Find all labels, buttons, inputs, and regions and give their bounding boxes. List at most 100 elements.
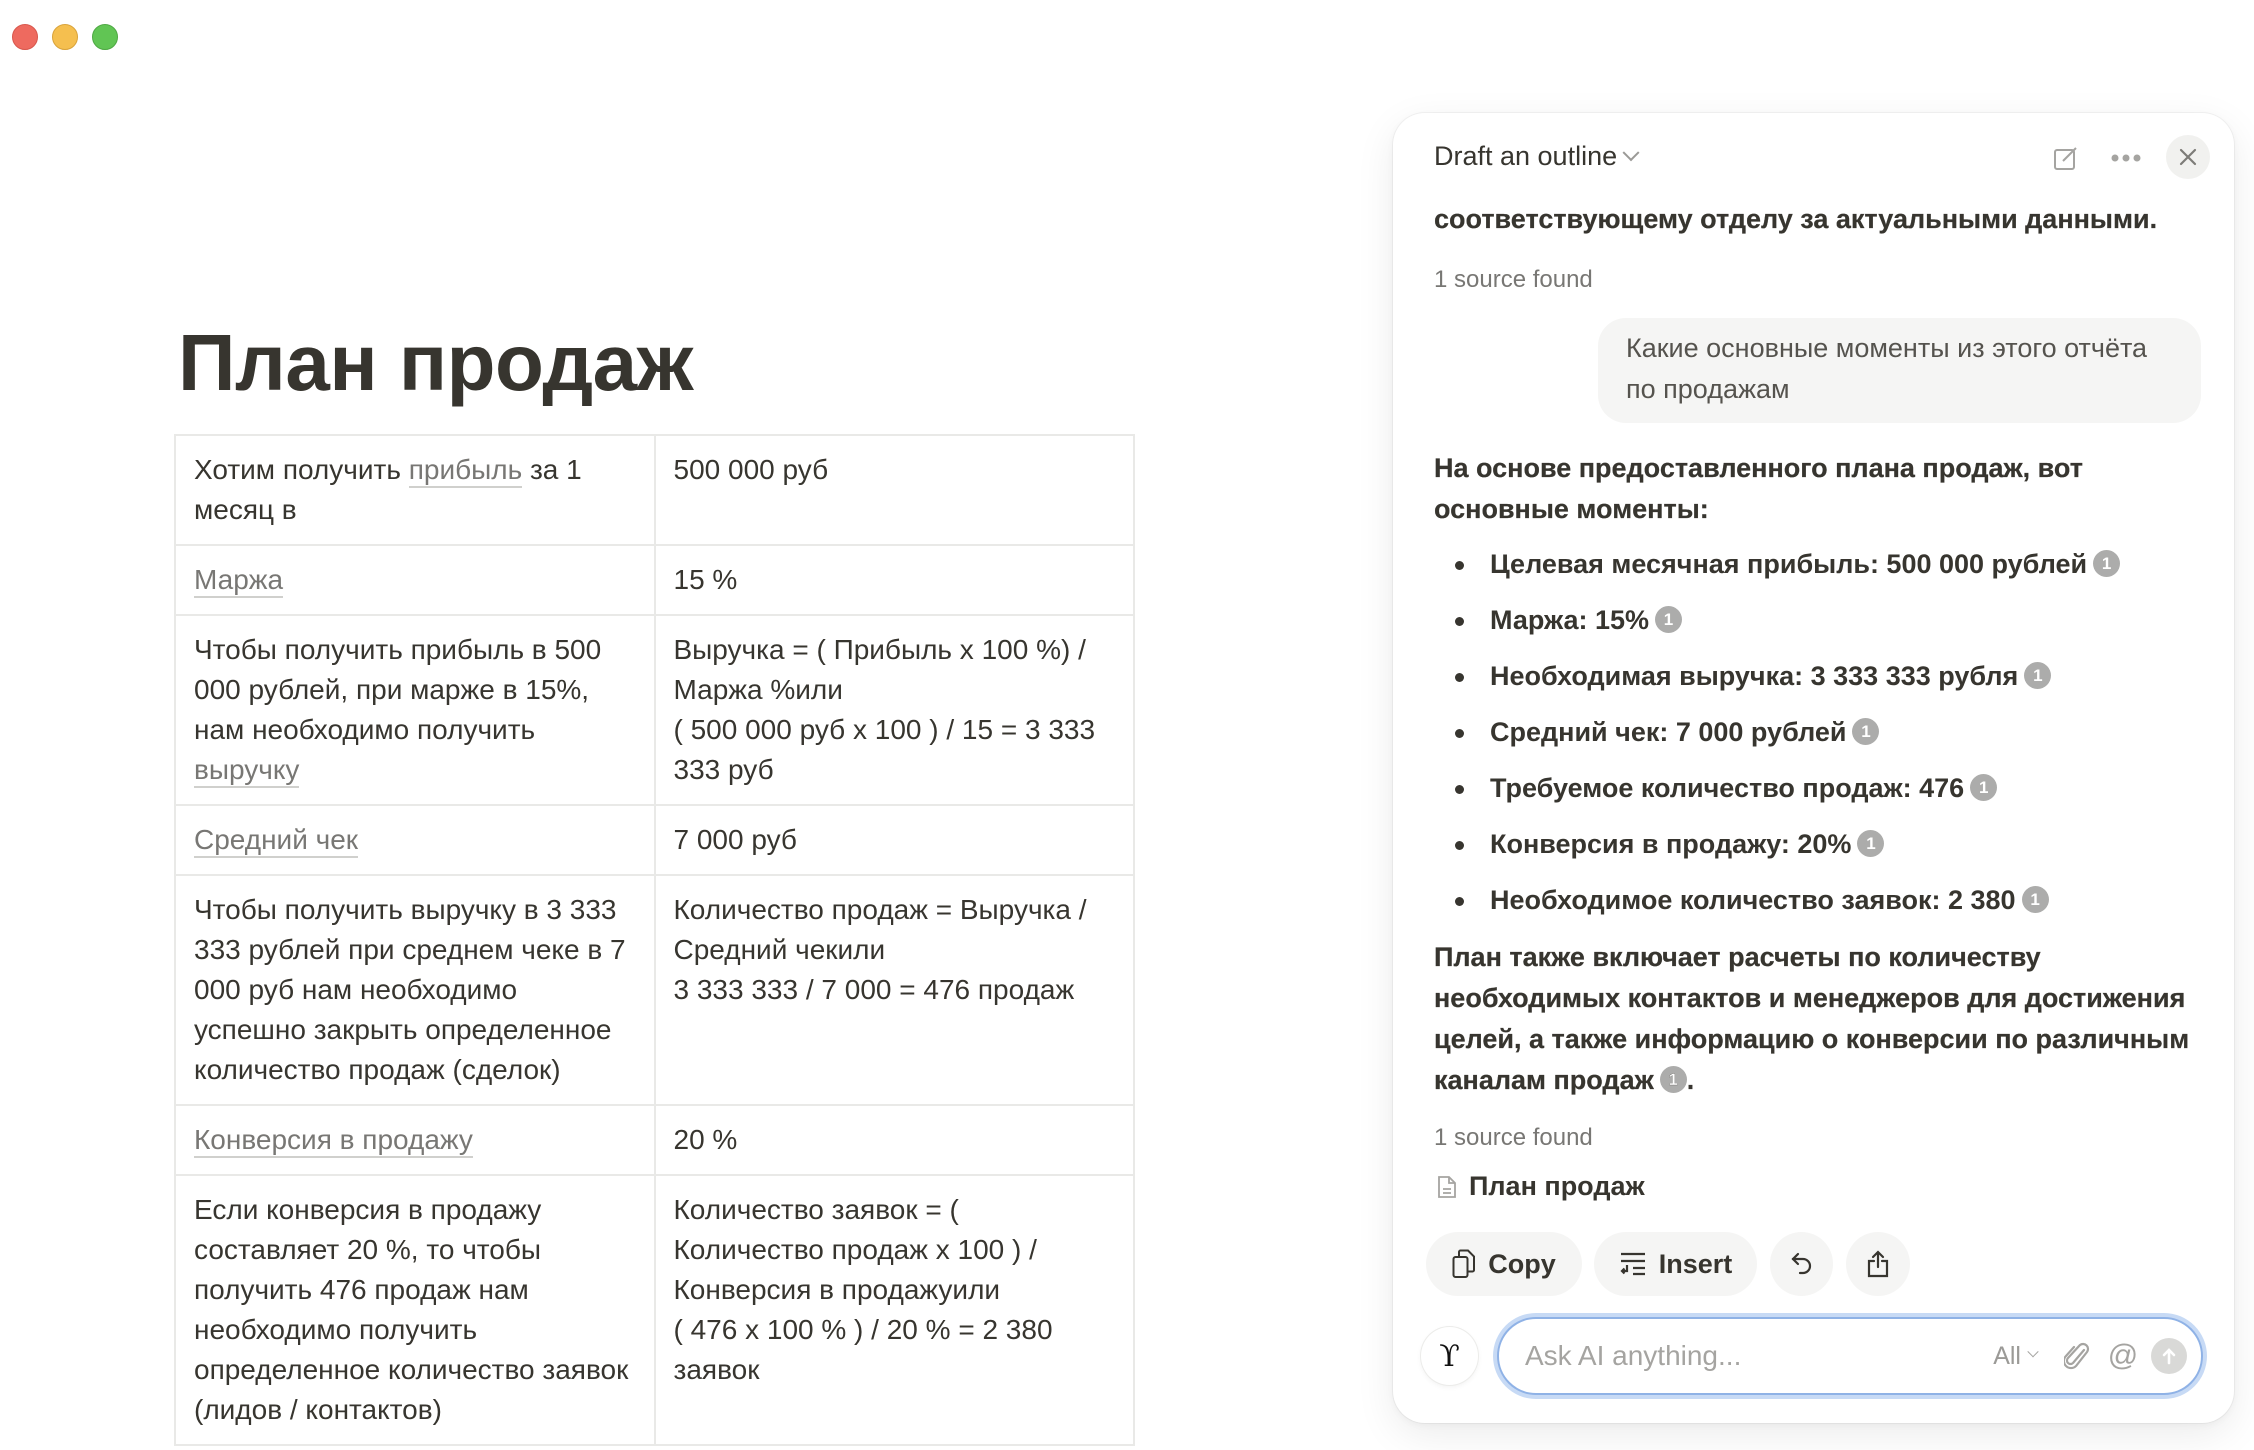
ai-chat-panel: Draft an outline соответствующему отделу… <box>1393 113 2234 1423</box>
ask-ai-input[interactable] <box>1523 1339 1994 1373</box>
citation-badge[interactable]: 1 <box>2024 662 2052 690</box>
table-row: Если конверсия в продажу составляет 20 %… <box>174 1174 1135 1446</box>
table-cell-value[interactable]: Выручка = ( Прибыль х 100 %) / Маржа %ил… <box>653 614 1135 806</box>
previous-sources-toggle[interactable]: 1 source found <box>1434 266 1593 294</box>
answer-point: Конверсия в продажу: 20% 1 <box>1434 816 2194 872</box>
citation-badge[interactable]: 1 <box>2093 550 2121 578</box>
cell-text: 20 % <box>673 1124 738 1155</box>
at-icon: @ <box>2107 1339 2139 1372</box>
table-row: Чтобы получить выручку в 3 333 333 рубле… <box>174 874 1135 1106</box>
conversation-title-dropdown[interactable]: Draft an outline <box>1434 141 1640 172</box>
sources-toggle[interactable]: 1 source found <box>1434 1124 1593 1152</box>
cell-text: 15 % <box>673 564 738 595</box>
page-icon <box>1438 1175 1456 1198</box>
new-chat-button[interactable] <box>2049 141 2083 175</box>
citation-badge[interactable]: 1 <box>1655 606 1682 634</box>
answer-point-text: Необходимая выручка: 3 333 333 рубля <box>1490 661 2019 691</box>
table-cell-value[interactable]: 15 % <box>653 544 1135 616</box>
retry-button[interactable] <box>1770 1232 1833 1296</box>
answer-summary-end: . <box>1686 1065 1695 1095</box>
chevron-down-icon <box>1622 143 1640 161</box>
table-cell-label[interactable]: Средний чек <box>174 804 656 876</box>
window-close-button[interactable] <box>12 24 38 50</box>
previous-answer-text: соответствующему отделу за актуальными д… <box>1434 204 2158 234</box>
citation-badge[interactable]: 1 <box>1857 830 1885 858</box>
paperclip-icon <box>2064 1342 2090 1370</box>
table-cell-value[interactable]: 20 % <box>653 1104 1135 1176</box>
source-scope-value: All <box>1993 1341 2021 1370</box>
cell-text: Если конверсия в продажу составляет 20 %… <box>194 1194 629 1425</box>
page-mention-link[interactable]: прибыль <box>408 454 523 488</box>
cell-text: Чтобы получить прибыль в 500 000 рублей,… <box>194 634 602 745</box>
more-icon <box>2111 154 2141 162</box>
answer-point: Целевая месячная прибыль: 500 000 рублей… <box>1434 536 2194 592</box>
answer-point: Маржа: 15% 1 <box>1434 592 2194 648</box>
answer-summary: План также включает расчеты по количеств… <box>1434 937 2194 1101</box>
window-minimize-button[interactable] <box>52 24 78 50</box>
share-button[interactable] <box>1846 1232 1910 1296</box>
table-cell-value[interactable]: 500 000 руб <box>653 434 1135 546</box>
citation-badge[interactable]: 1 <box>1970 774 1998 802</box>
table-cell-label[interactable]: Хотим получить прибыль за 1 месяц в <box>174 434 656 546</box>
share-icon <box>1867 1250 1889 1278</box>
cell-text: 7 000 руб <box>673 824 797 855</box>
plan-table: Хотим получить прибыль за 1 месяц в 500 0… <box>174 434 1135 1446</box>
insert-button[interactable]: Insert <box>1594 1232 1757 1296</box>
cell-text: Выручка = ( Прибыль х 100 %) / Маржа %ил… <box>673 634 1086 705</box>
citation-badge[interactable]: 1 <box>1659 1066 1687 1094</box>
citation-badge[interactable]: 1 <box>2021 886 2049 914</box>
citation-badge[interactable]: 1 <box>1852 718 1880 746</box>
arrow-up-icon <box>2162 1348 2176 1365</box>
table-row: Маржа 15 % <box>174 544 1135 616</box>
answer-points-list: Целевая месячная прибыль: 500 000 рублей… <box>1434 536 2194 928</box>
table-cell-value[interactable]: 7 000 руб <box>653 804 1135 876</box>
answer-intro: На основе предоставленного плана продаж,… <box>1434 453 2083 524</box>
table-cell-value[interactable]: Количество продаж = Выручка / Средний че… <box>653 874 1135 1106</box>
answer-point-text: Необходимое количество заявок: 2 380 <box>1490 885 2016 915</box>
page-mention-link[interactable]: Маржа <box>194 564 284 598</box>
insert-label: Insert <box>1658 1248 1733 1279</box>
table-cell-value[interactable]: Количество заявок = ( Количество продаж … <box>653 1174 1135 1446</box>
page-mention-link[interactable]: Средний чек <box>194 824 359 858</box>
cell-text: 3 333 333 / 7 000 = 476 продаж <box>673 974 1075 1005</box>
table-cell-label[interactable]: Чтобы получить выручку в 3 333 333 рубле… <box>174 874 656 1106</box>
table-row: Чтобы получить прибыль в 500 000 рублей,… <box>174 614 1135 806</box>
answer-point: Необходимое количество заявок: 2 380 1 <box>1434 872 2194 928</box>
attach-button[interactable] <box>2059 1338 2095 1374</box>
answer-point: Средний чек: 7 000 рублей 1 <box>1434 704 2194 760</box>
page-mention-link[interactable]: выручку <box>194 754 300 788</box>
cell-text: 500 000 руб <box>673 454 829 485</box>
table-row: Средний чек 7 000 руб <box>174 804 1135 876</box>
conversation-title: Draft an outline <box>1434 141 1618 171</box>
answer-point-text: Целевая месячная прибыль: 500 000 рублей <box>1490 549 2088 579</box>
answer-point: Требуемое количество продаж: 476 1 <box>1434 760 2194 816</box>
cell-text: Количество заявок = ( Количество продаж … <box>673 1194 1037 1305</box>
page-title: План продаж <box>178 318 693 407</box>
table-cell-label[interactable]: Конверсия в продажу <box>174 1104 656 1176</box>
answer-summary-text: План также включает расчеты по количеств… <box>1434 942 2190 1095</box>
close-panel-button[interactable] <box>2166 135 2210 179</box>
cell-text: ( 500 000 руб х 100 ) / 15 = 3 333 333 р… <box>673 714 1096 785</box>
table-cell-label[interactable]: Маржа <box>174 544 656 616</box>
mention-button[interactable]: @ <box>2105 1338 2141 1374</box>
table-row: Конверсия в продажу 20 % <box>174 1104 1135 1176</box>
answer-point-text: Средний чек: 7 000 рублей <box>1490 717 1847 747</box>
answer-point: Необходимая выручка: 3 333 333 рубля 1 <box>1434 648 2194 704</box>
chevron-down-icon <box>2027 1346 2039 1358</box>
cell-text: Хотим получить <box>194 454 409 485</box>
source-scope-dropdown[interactable]: All <box>1993 1341 2039 1371</box>
table-cell-label[interactable]: Если конверсия в продажу составляет 20 %… <box>174 1174 656 1446</box>
table-cell-label[interactable]: Чтобы получить прибыль в 500 000 рублей,… <box>174 614 656 806</box>
table-row: Хотим получить прибыль за 1 месяц в 500 0… <box>174 434 1135 546</box>
copy-label: Copy <box>1488 1248 1556 1279</box>
send-button[interactable] <box>2151 1338 2187 1374</box>
answer-point-text: Маржа: 15% <box>1490 605 1649 635</box>
compose-icon <box>2054 147 2077 170</box>
source-document-title: План продаж <box>1469 1171 1645 1201</box>
source-document-link[interactable]: План продаж <box>1437 1171 1645 1202</box>
more-options-button[interactable] <box>2109 141 2143 175</box>
copy-button[interactable]: Copy <box>1426 1232 1582 1296</box>
page-mention-link[interactable]: Конверсия в продажу <box>194 1124 473 1158</box>
cell-text: Количество продаж = Выручка / Средний че… <box>673 894 1087 965</box>
window-zoom-button[interactable] <box>92 24 118 50</box>
